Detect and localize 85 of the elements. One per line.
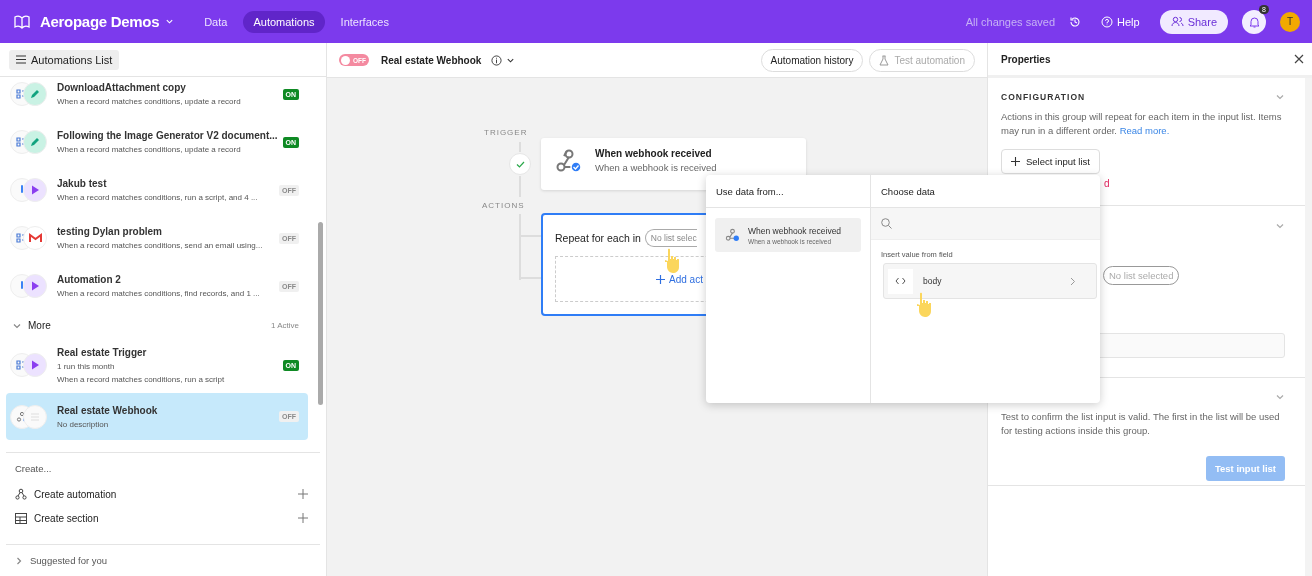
run-count: 1 run this month bbox=[57, 361, 116, 371]
pencil-icon bbox=[29, 136, 41, 149]
plus-icon[interactable] bbox=[298, 489, 308, 499]
section-description: Actions in this group will repeat for each item in the input list. Items may run in a different order. Read more. bbox=[1001, 110, 1283, 138]
automation-title: Following the Image Generator V2 document... bbox=[57, 130, 279, 142]
search-icon bbox=[881, 218, 892, 229]
automation-title: testing Dylan problem bbox=[57, 226, 163, 238]
section-label: TRIGGER bbox=[484, 128, 528, 137]
chevron-down-icon[interactable] bbox=[165, 17, 175, 26]
create-option[interactable]: Create section bbox=[34, 512, 99, 524]
mail-icon bbox=[28, 233, 42, 244]
section-heading: CONFIGURATION bbox=[1001, 92, 1086, 102]
plus-icon[interactable] bbox=[298, 513, 308, 523]
active-count: 1 Active bbox=[271, 321, 299, 331]
info-icon[interactable] bbox=[491, 54, 503, 66]
bell-icon bbox=[1248, 15, 1260, 28]
close-icon bbox=[1294, 54, 1304, 64]
save-status: All changes saved bbox=[965, 15, 1055, 28]
automation-description: When a record matches conditions, update a record bbox=[57, 145, 242, 155]
section-toggle[interactable]: Suggested for you bbox=[30, 555, 108, 566]
automation-name[interactable]: Real estate Webhook bbox=[381, 54, 482, 66]
history-icon[interactable] bbox=[1069, 15, 1081, 28]
section-description: Test to confirm the list input is valid. The first in the list will be used for testing actions inside this group. bbox=[1001, 410, 1281, 438]
hand-cursor-icon bbox=[916, 292, 934, 318]
chevron-icon[interactable] bbox=[1275, 221, 1285, 231]
search-field[interactable] bbox=[871, 208, 1100, 240]
close-button[interactable] bbox=[1294, 54, 1304, 64]
play-icon bbox=[29, 280, 41, 293]
create-option[interactable]: Create automation bbox=[34, 488, 117, 500]
automation-description: When a record matches conditions, send an email using... bbox=[57, 241, 264, 251]
workspace-title[interactable]: Aeropage Demos bbox=[40, 13, 160, 30]
panel-title: Properties bbox=[1001, 53, 1051, 65]
nodes-icon bbox=[15, 488, 27, 500]
automation-title: Real estate Trigger bbox=[57, 346, 148, 358]
book-icon[interactable] bbox=[14, 14, 30, 29]
plus-icon bbox=[1011, 157, 1020, 166]
automation-title: Real estate Webhook bbox=[57, 404, 159, 416]
scrollbar[interactable] bbox=[1305, 78, 1312, 576]
trigger-subtitle: When a webhook is received bbox=[595, 162, 717, 173]
automation-description: When a record matches conditions, run a script bbox=[57, 374, 226, 384]
section-label: ACTIONS bbox=[482, 201, 525, 210]
chevron-right-icon bbox=[1070, 276, 1076, 286]
code-icon bbox=[895, 277, 906, 285]
scrollbar-thumb[interactable] bbox=[318, 222, 323, 405]
people-icon bbox=[1170, 16, 1184, 27]
play-icon bbox=[29, 184, 41, 197]
chevron-icon[interactable] bbox=[1275, 92, 1285, 102]
play-icon bbox=[29, 359, 41, 372]
select-input-list-button[interactable]: Select input list bbox=[1001, 149, 1100, 174]
column-heading: Use data from... bbox=[706, 175, 870, 208]
chevron-icon[interactable] bbox=[14, 555, 24, 566]
nav-tab[interactable]: Data bbox=[194, 10, 238, 33]
pencil-icon bbox=[29, 88, 41, 101]
chevron-icon[interactable] bbox=[1275, 392, 1285, 402]
webhook-icon bbox=[725, 228, 740, 242]
automation-title: Jakub test bbox=[57, 178, 108, 190]
webhook-icon bbox=[555, 148, 583, 174]
menu-icon bbox=[16, 55, 26, 65]
check-icon bbox=[515, 160, 525, 168]
automation-description: When a record matches conditions, run a script, and 4 ... bbox=[57, 193, 259, 203]
automation-history-button[interactable]: Automation history bbox=[760, 48, 864, 72]
repeat-label: Repeat for each in bbox=[555, 232, 641, 244]
automation-description: When a record matches conditions, find records, and 1 ... bbox=[57, 289, 261, 299]
help-button[interactable]: Help bbox=[1095, 14, 1146, 29]
automation-title: Automation 2 bbox=[57, 274, 122, 286]
automations-list-button[interactable]: Automations List bbox=[9, 49, 120, 70]
share-button[interactable]: Share bbox=[1159, 9, 1228, 34]
automation-description: When a record matches conditions, update a record bbox=[57, 97, 242, 107]
flask-icon bbox=[879, 54, 890, 66]
field-option[interactable]: body bbox=[883, 263, 1097, 299]
read-more-link[interactable]: Read more. bbox=[1119, 125, 1170, 136]
automation-title: DownloadAttachment copy bbox=[57, 82, 187, 94]
help-icon bbox=[1101, 15, 1113, 28]
user-avatar[interactable]: T bbox=[1280, 11, 1300, 32]
error-text: d bbox=[1104, 178, 1111, 189]
create-heading: Create... bbox=[15, 463, 53, 474]
trigger-title: When webhook received bbox=[595, 148, 713, 159]
automation-description: No description bbox=[57, 419, 110, 429]
nav-tab[interactable]: Interfaces bbox=[330, 10, 399, 33]
hand-cursor-icon bbox=[664, 248, 682, 274]
nav-tab[interactable]: Automations bbox=[243, 10, 325, 33]
add-action-button[interactable]: Add act bbox=[656, 273, 703, 285]
plus-icon bbox=[656, 274, 665, 284]
section-toggle[interactable]: More bbox=[28, 320, 51, 332]
table-icon bbox=[15, 512, 27, 524]
